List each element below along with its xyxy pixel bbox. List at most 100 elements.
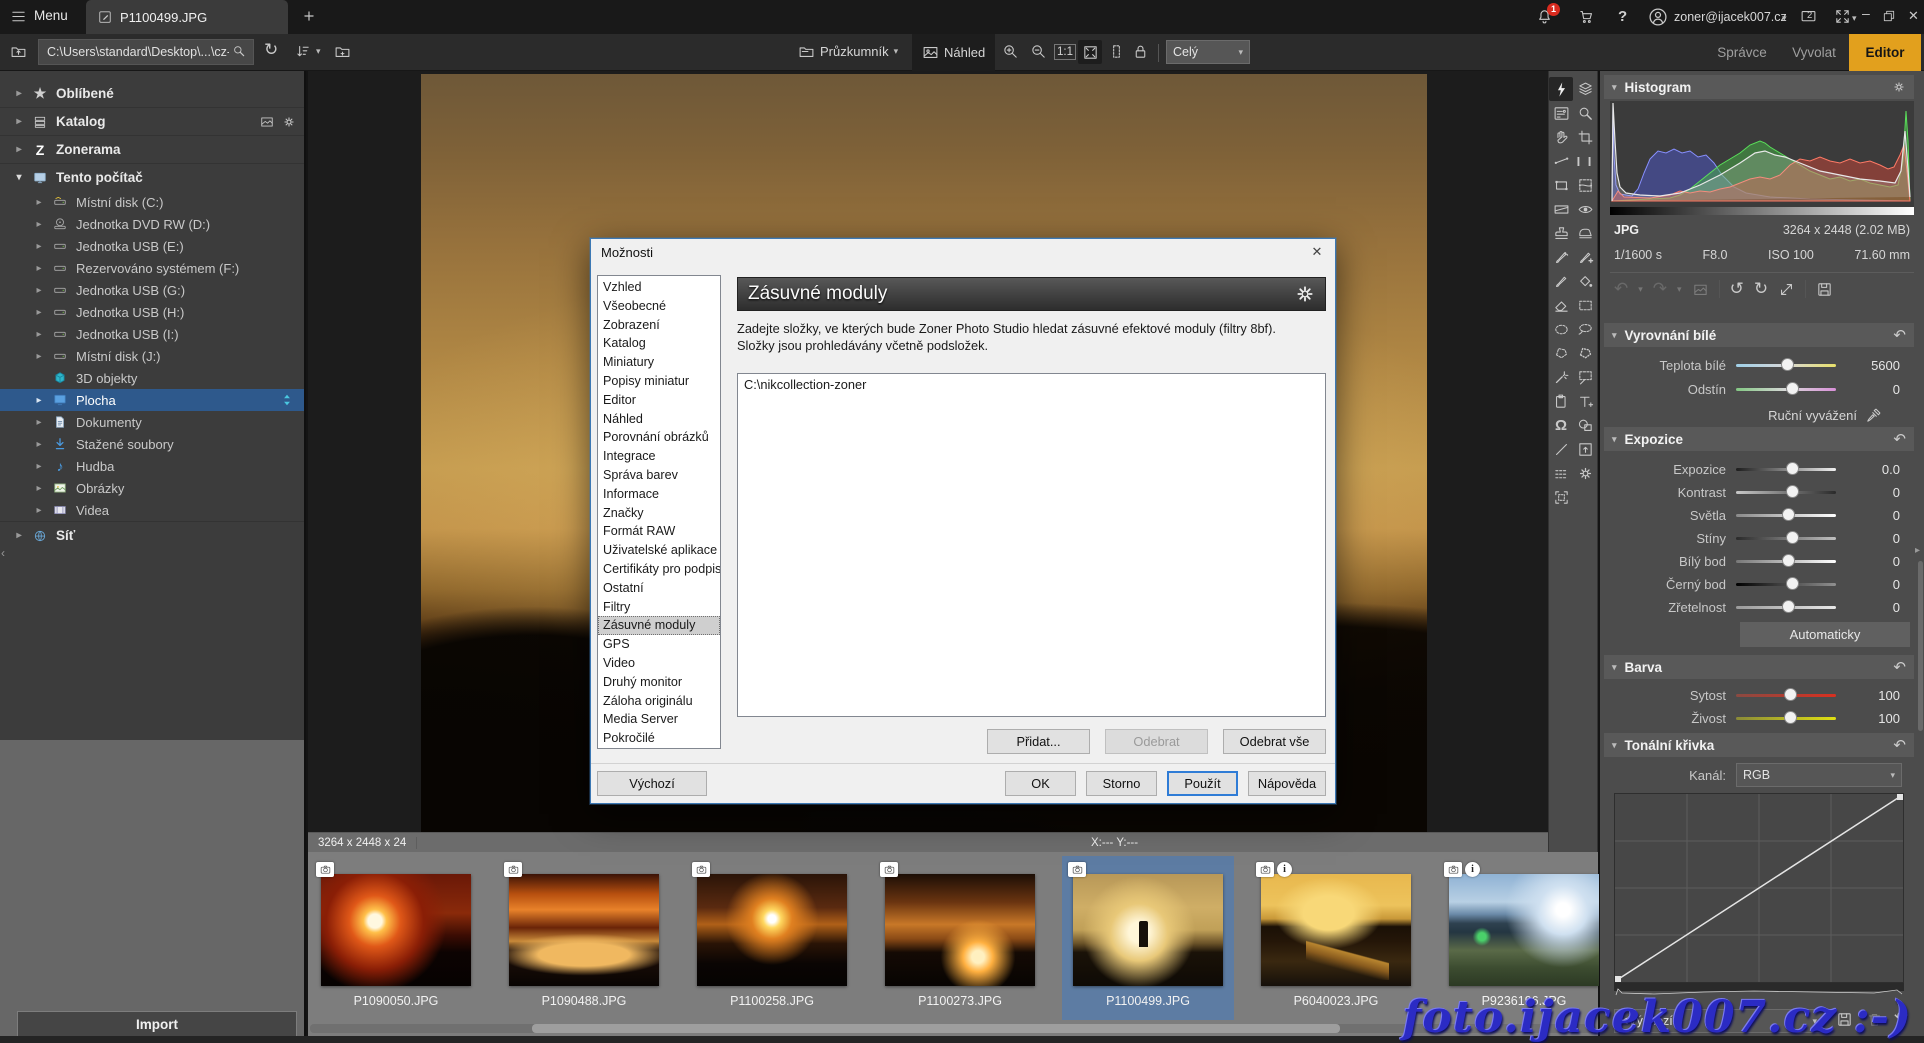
paint-brush-icon[interactable]	[1549, 269, 1573, 293]
category-item[interactable]: Miniatury	[598, 353, 720, 372]
filmstrip-item[interactable]: P1100258.JPG	[686, 856, 858, 1020]
insert-symbol-icon[interactable]: Ω	[1549, 413, 1573, 437]
import-button[interactable]: Import	[17, 1011, 297, 1037]
category-item[interactable]: Pokročilé	[598, 729, 720, 748]
tree-item-drive-j[interactable]: ▸ Místní disk (J:)	[0, 345, 304, 367]
rect-select-icon[interactable]	[1573, 293, 1597, 317]
draw-line-icon[interactable]	[1549, 437, 1573, 461]
clone-stamp-icon[interactable]	[1549, 221, 1573, 245]
collapse-left-panel-arrow[interactable]: ‹	[1, 546, 5, 560]
tree-item-favorites[interactable]: ▸★ Oblíbené	[0, 79, 304, 107]
plugin-folders-list[interactable]: C:\nikcollection-zoner	[737, 373, 1326, 717]
insert-shape-icon[interactable]	[1573, 413, 1597, 437]
account-chevron-down-icon[interactable]: ▾	[1782, 13, 1787, 24]
category-item[interactable]: Formát RAW	[598, 522, 720, 541]
black-point-slider[interactable]	[1736, 583, 1836, 586]
options-category-list[interactable]: Vzhled Všeobecné Zobrazení Katalog Minia…	[597, 275, 721, 749]
help-button[interactable]: Nápověda	[1248, 771, 1326, 796]
category-item[interactable]: Uživatelské aplikace	[598, 541, 720, 560]
dialog-close-icon[interactable]: ✕	[1307, 243, 1327, 261]
tree-item-drive-d[interactable]: ▸ Jednotka DVD RW (D:)	[0, 213, 304, 235]
magnetic-lasso-icon[interactable]	[1573, 341, 1597, 365]
menu-button[interactable]: Menu	[34, 8, 68, 23]
cart-icon[interactable]	[1578, 8, 1595, 25]
polygon-select-icon[interactable]	[1549, 341, 1573, 365]
page-layout-icon[interactable]	[1108, 43, 1125, 60]
filmstrip-item[interactable]: P1100273.JPG	[874, 856, 1046, 1020]
mesh-warp-icon[interactable]	[1573, 173, 1597, 197]
guide-lines-icon[interactable]	[1549, 461, 1573, 485]
retouch-brush-icon[interactable]	[1549, 245, 1573, 269]
mode-manager-button[interactable]: Správce	[1706, 34, 1778, 71]
close-button[interactable]: ✕	[1908, 8, 1919, 24]
thumbnail-image[interactable]	[697, 874, 847, 986]
mode-develop-button[interactable]: Vyvolat	[1782, 34, 1846, 71]
tree-item-desktop[interactable]: ▸ Plocha	[0, 389, 304, 411]
search-icon[interactable]	[232, 44, 246, 58]
tree-item-drive-e[interactable]: ▸ Jednotka USB (E:)	[0, 235, 304, 257]
zoom-1-1-button[interactable]: 1:1	[1054, 44, 1076, 60]
zoom-in-icon[interactable]	[1002, 43, 1019, 60]
color-section-header[interactable]: ▾Barva ↶	[1604, 655, 1914, 679]
path-input[interactable]	[38, 39, 254, 65]
clarity-slider[interactable]	[1736, 606, 1836, 609]
layers-icon[interactable]	[1573, 77, 1597, 101]
tree-item-drive-f[interactable]: ▸ Rezervováno systémem (F:)	[0, 257, 304, 279]
compare-image-icon[interactable]	[1692, 281, 1709, 298]
thumbnail-image[interactable]	[885, 874, 1035, 986]
curve-channel-select[interactable]: RGB▾	[1736, 763, 1902, 787]
zoom-out-icon[interactable]	[1030, 43, 1047, 60]
filmstrip-item[interactable]: P1090488.JPG	[498, 856, 670, 1020]
reset-section-icon[interactable]: ↶	[1893, 736, 1906, 754]
fullscreen-chevron-icon[interactable]: ▾	[1852, 13, 1857, 24]
tint-slider[interactable]	[1736, 388, 1836, 391]
panel-scrollbar[interactable]	[1918, 561, 1923, 731]
redo-icon[interactable]: ↷	[1653, 279, 1667, 299]
category-item[interactable]: Záloha originálu	[598, 692, 720, 711]
measure-tool-icon[interactable]	[1549, 149, 1573, 173]
tree-item-pictures[interactable]: ▸ Obrázky	[0, 477, 304, 499]
vibrance-slider[interactable]	[1736, 717, 1836, 720]
deform-columns-icon[interactable]: I I	[1573, 149, 1597, 173]
explorer-mode-button[interactable]: Průzkumník▾	[798, 43, 898, 60]
rotate-left-icon[interactable]: ↺	[1730, 279, 1744, 299]
healing-brush-icon[interactable]	[1573, 245, 1597, 269]
zoom-level-select[interactable]: Celý▾	[1166, 40, 1250, 64]
tree-item-drive-c[interactable]: ▸ Místní disk (C:)	[0, 191, 304, 213]
account-email[interactable]: zoner@ijacek007.cz	[1674, 10, 1787, 24]
lasso-select-icon[interactable]	[1573, 317, 1597, 341]
eraser-icon[interactable]	[1549, 293, 1573, 317]
remove-button[interactable]: Odebrat	[1105, 729, 1208, 754]
category-item[interactable]: Správa barev	[598, 466, 720, 485]
exposure-section-header[interactable]: ▾Expozice ↶	[1604, 427, 1914, 451]
save-icon[interactable]	[1816, 281, 1833, 298]
tree-item-zoner ama[interactable]: ▸Z Zonerama	[0, 135, 304, 163]
category-item[interactable]: Katalog	[598, 334, 720, 353]
thumbnail-image[interactable]	[509, 874, 659, 986]
filmstrip-item[interactable]: P1090050.JPG	[310, 856, 482, 1020]
plugin-folder-path[interactable]: C:\nikcollection-zoner	[744, 377, 1319, 392]
thumbnail-image[interactable]	[321, 874, 471, 986]
sync-badge-icon[interactable]	[280, 393, 294, 407]
canvas-frame-icon[interactable]	[1549, 485, 1573, 509]
thumbnail-image[interactable]	[1073, 874, 1223, 986]
undo-icon[interactable]: ↶	[1614, 279, 1628, 299]
document-tab[interactable]: P1100499.JPG	[86, 0, 288, 34]
category-item-selected[interactable]: Zásuvné moduly	[598, 616, 720, 635]
tree-item-network[interactable]: ▸ Síť	[0, 521, 304, 549]
reset-section-icon[interactable]: ↶	[1893, 430, 1906, 448]
iron-smooth-icon[interactable]	[1573, 221, 1597, 245]
brush-select-icon[interactable]	[1573, 365, 1597, 389]
insert-arrow-icon[interactable]	[1573, 437, 1597, 461]
add-button[interactable]: Přidat...	[987, 729, 1090, 754]
tree-item-documents[interactable]: ▸ Dokumenty	[0, 411, 304, 433]
category-item[interactable]: Popisy miniatur	[598, 372, 720, 391]
restore-button[interactable]	[1882, 9, 1896, 23]
category-item[interactable]: Informace	[598, 485, 720, 504]
tree-item-downloads[interactable]: ▸ Stažené soubory	[0, 433, 304, 455]
capture-panel-icon[interactable]	[1549, 101, 1573, 125]
category-item[interactable]: GPS	[598, 635, 720, 654]
scrollbar-thumb[interactable]	[532, 1024, 1340, 1033]
category-item[interactable]: Zobrazení	[598, 316, 720, 335]
category-item[interactable]: Všeobecné	[598, 297, 720, 316]
